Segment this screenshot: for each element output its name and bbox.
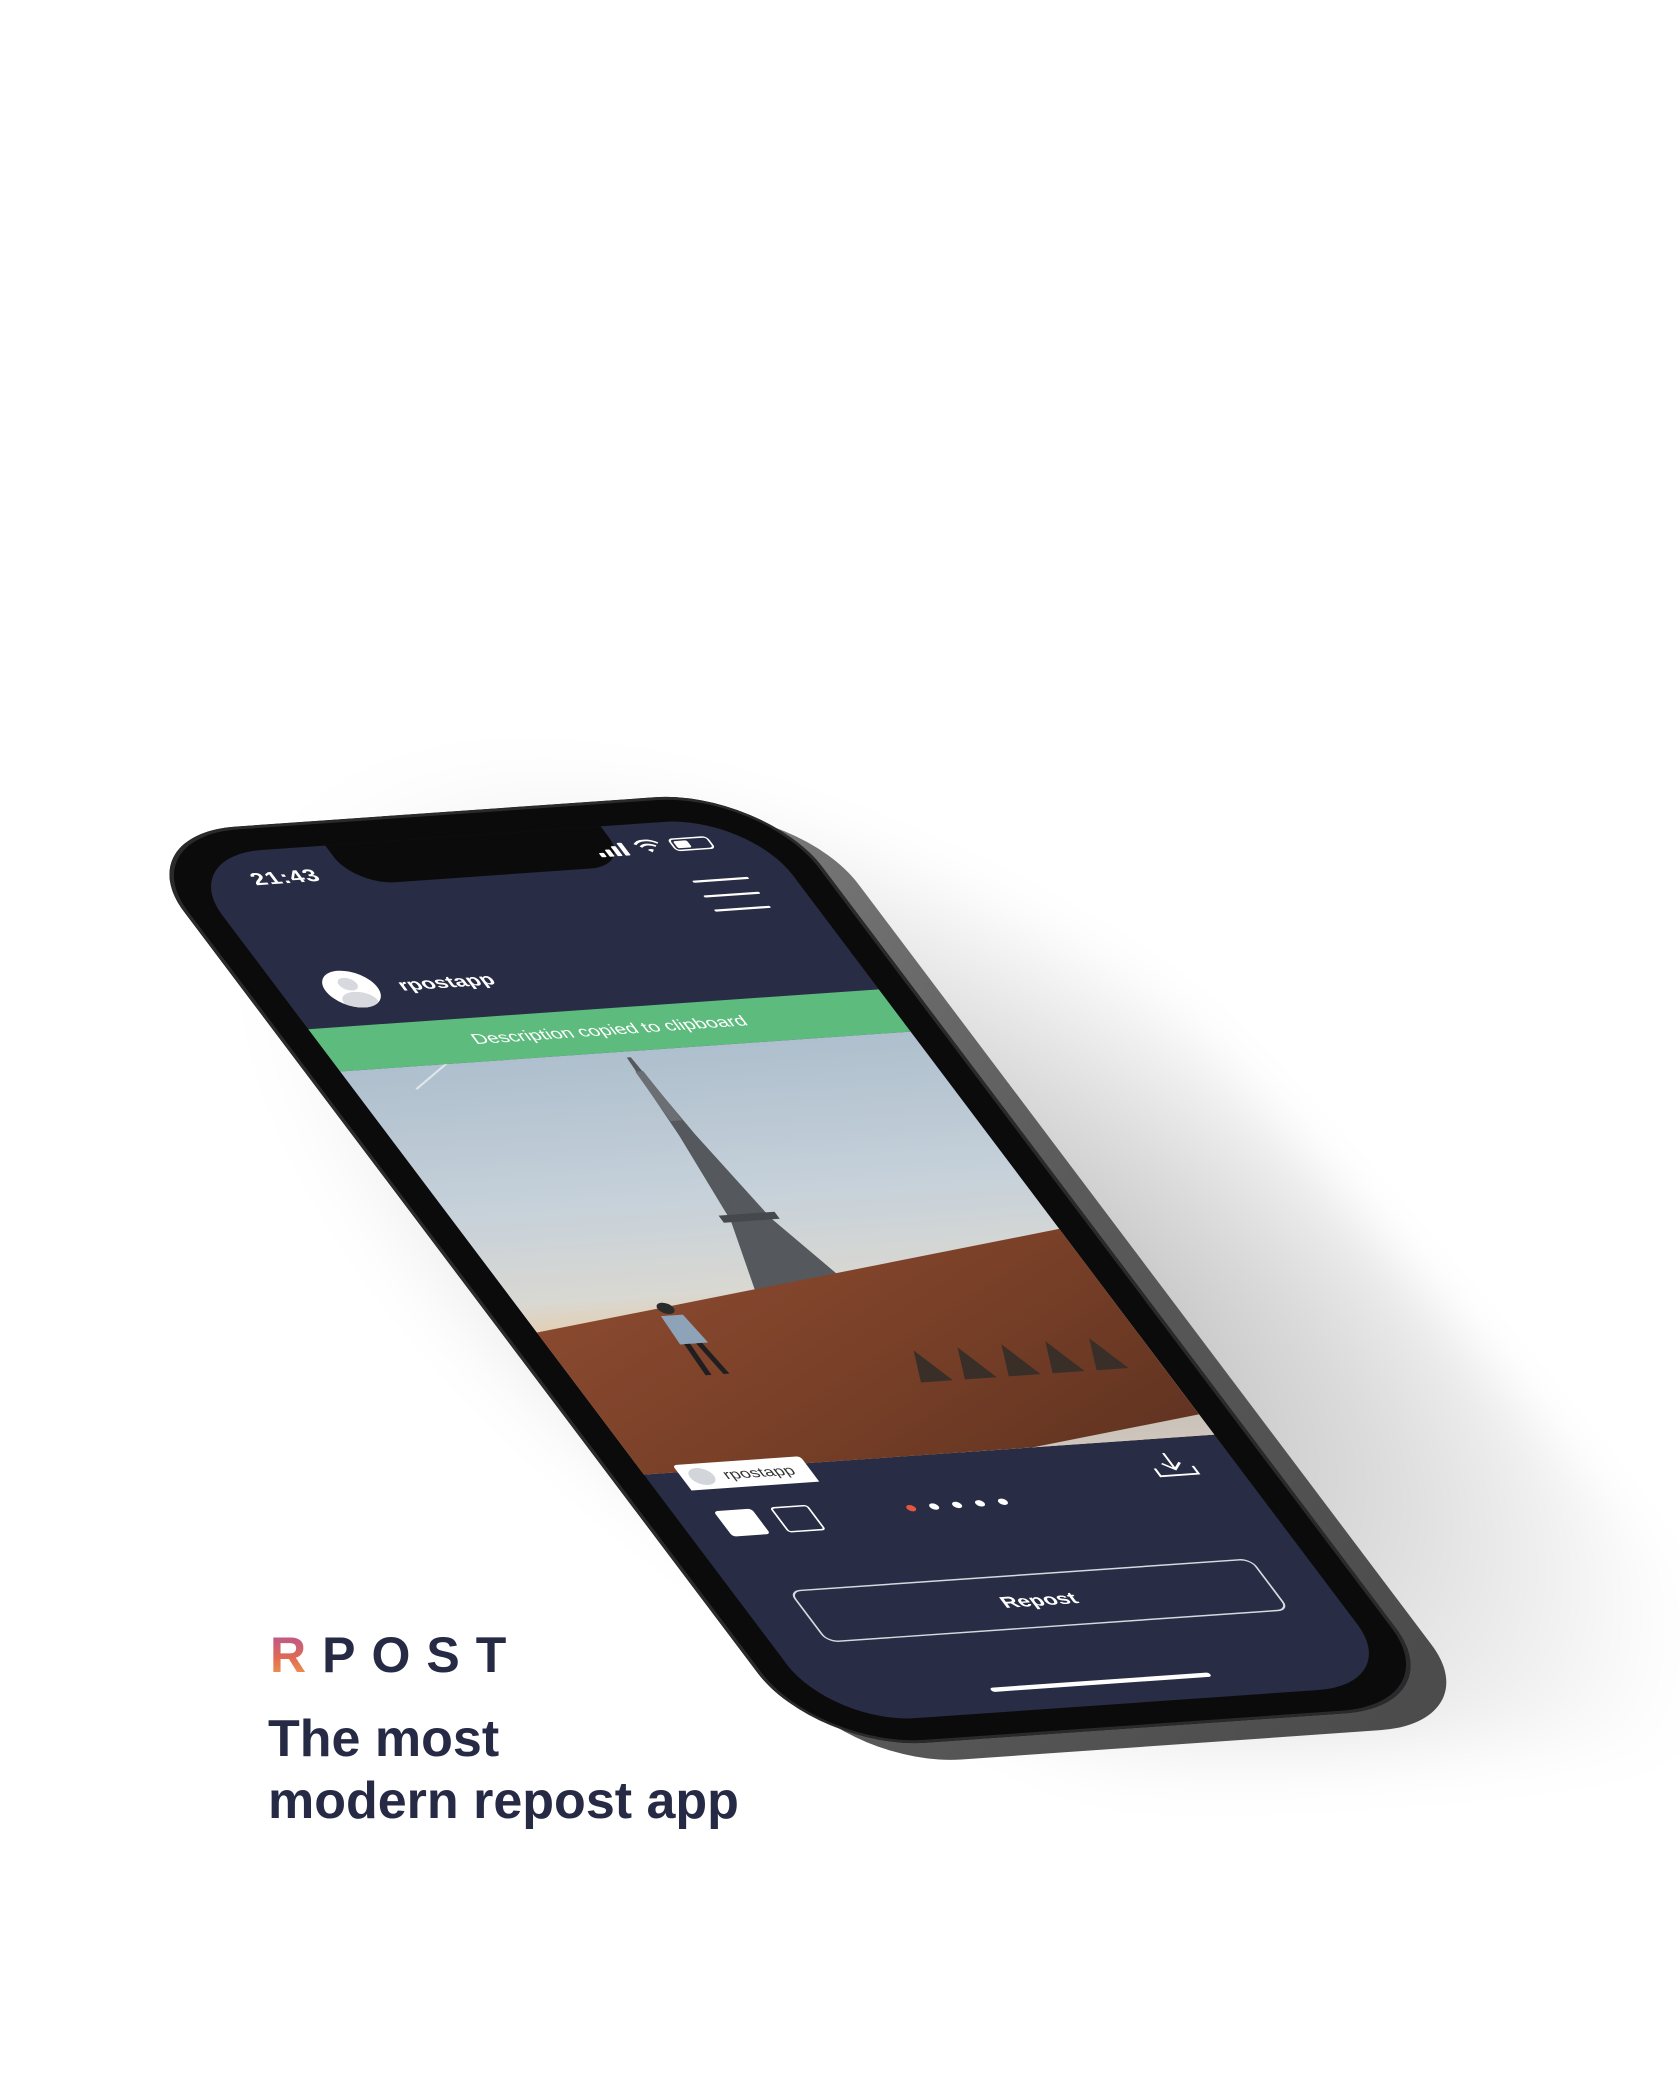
phone-notch [324,824,631,886]
post-author-row[interactable]: rpostapp [311,961,507,1010]
watermark-avatar-icon [683,1467,721,1486]
promo-scene: 21:43 rpostapp Description copied to cli… [0,0,1680,2100]
battery-icon [666,835,717,852]
watermark-corner-option[interactable] [713,1508,771,1537]
logo-rest: POST [322,1627,523,1683]
repost-button[interactable]: Repost [787,1558,1291,1643]
tagline: The most modern repost app [268,1708,968,1832]
hamburger-menu-icon[interactable] [691,876,772,912]
carousel-dot[interactable] [904,1504,919,1512]
carousel-dot[interactable] [973,1499,987,1507]
tagline-line-2: modern repost app [268,1772,739,1830]
status-time: 21:43 [245,865,326,890]
default-avatar-icon [311,968,392,1010]
carousel-dot[interactable] [996,1498,1010,1506]
watermark-username: rpostapp [718,1462,799,1482]
home-indicator[interactable] [989,1672,1212,1693]
watermark-position-toggle [713,1504,827,1537]
carousel-indicator [904,1498,1010,1512]
tagline-line-1: The most [268,1710,500,1768]
carousel-dot[interactable] [950,1501,964,1509]
post-author-username: rpostapp [392,970,500,995]
logo-first-letter: R [270,1627,323,1683]
watermark-none-option[interactable] [769,1504,827,1533]
rpost-logo: RPOST [270,1626,522,1684]
download-icon[interactable] [1140,1450,1203,1478]
wifi-icon [633,839,659,853]
carousel-dot[interactable] [927,1503,942,1511]
